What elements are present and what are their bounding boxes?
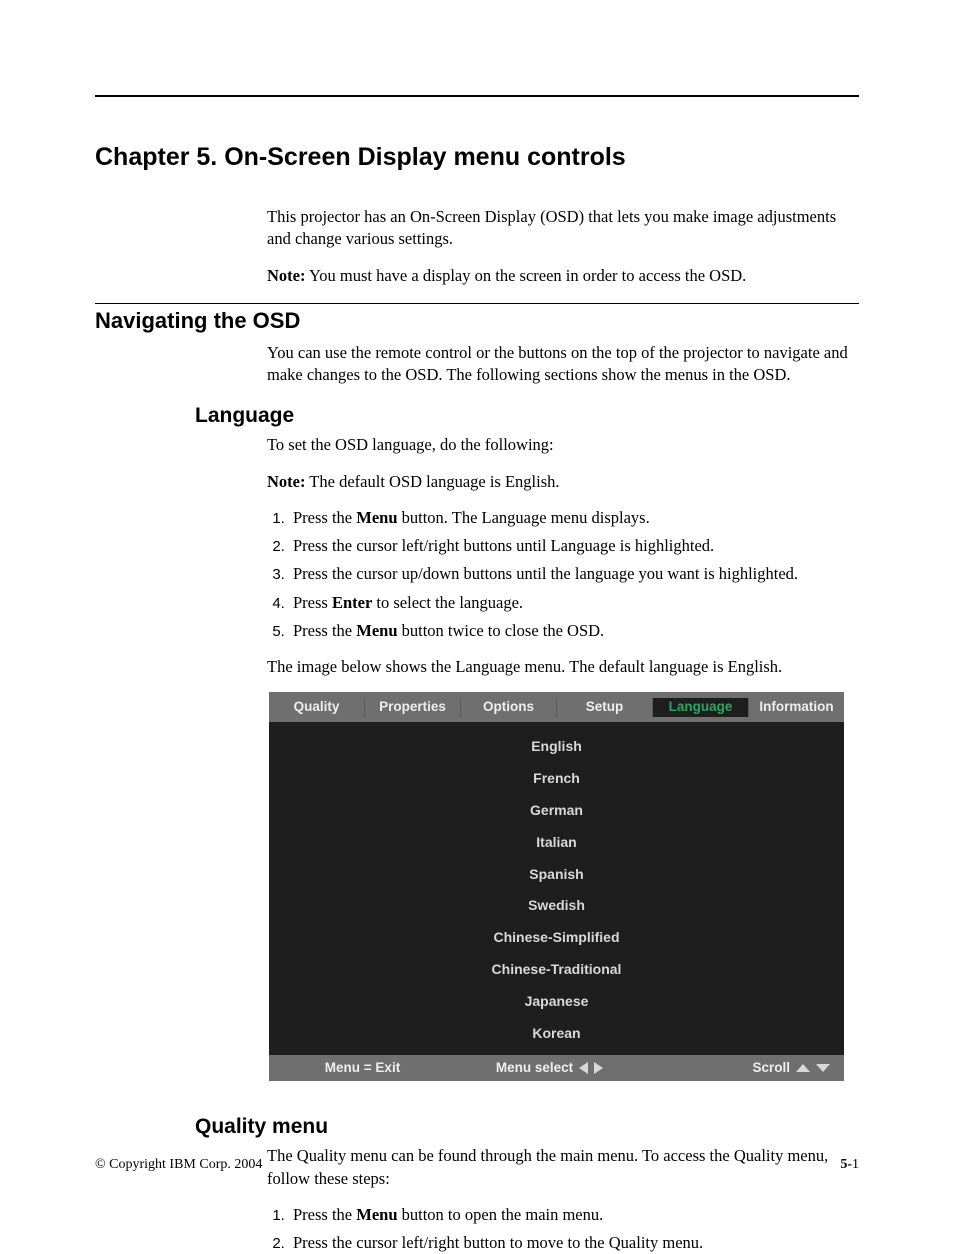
note-text: The default OSD language is English. bbox=[305, 472, 559, 491]
osd-item-chinese-traditional[interactable]: Chinese-Traditional bbox=[269, 954, 844, 986]
top-rule bbox=[95, 95, 859, 97]
osd-tab-information[interactable]: Information bbox=[749, 698, 844, 716]
osd-item-english[interactable]: English bbox=[269, 730, 844, 762]
osd-item-german[interactable]: German bbox=[269, 794, 844, 826]
osd-tab-options[interactable]: Options bbox=[461, 698, 557, 716]
osd-footer-select: Menu select bbox=[456, 1059, 643, 1077]
page-number: 5-1 bbox=[840, 1157, 859, 1173]
osd-item-japanese[interactable]: Japanese bbox=[269, 986, 844, 1018]
quality-steps: Press the Menu button to open the main m… bbox=[267, 1204, 859, 1254]
language-note: Note: The default OSD language is Englis… bbox=[267, 471, 859, 493]
osd-tab-setup[interactable]: Setup bbox=[557, 698, 653, 716]
osd-item-chinese-simplified[interactable]: Chinese-Simplified bbox=[269, 922, 844, 954]
osd-item-swedish[interactable]: Swedish bbox=[269, 890, 844, 922]
subsection-language: Language bbox=[195, 404, 859, 428]
nav-paragraph: You can use the remote control or the bu… bbox=[267, 342, 859, 387]
osd-tabs: Quality Properties Options Setup Languag… bbox=[269, 692, 844, 722]
step-3: Press the cursor up/down buttons until t… bbox=[289, 563, 859, 585]
intro-paragraph: This projector has an On-Screen Display … bbox=[267, 206, 859, 251]
language-caption: The image below shows the Language menu.… bbox=[267, 656, 859, 678]
triangle-right-icon bbox=[594, 1062, 603, 1074]
subsection-quality: Quality menu bbox=[195, 1115, 859, 1139]
language-steps: Press the Menu button. The Language menu… bbox=[267, 507, 859, 642]
osd-footer: Menu = Exit Menu select Scroll bbox=[269, 1055, 844, 1081]
step-1: Press the Menu button. The Language menu… bbox=[289, 507, 859, 529]
osd-item-korean[interactable]: Korean bbox=[269, 1017, 844, 1049]
osd-tab-language[interactable]: Language bbox=[653, 698, 749, 716]
step-5: Press the Menu button twice to close the… bbox=[289, 620, 859, 642]
triangle-down-icon bbox=[816, 1064, 830, 1072]
note-text: You must have a display on the screen in… bbox=[305, 266, 746, 285]
section-rule bbox=[95, 303, 859, 304]
chapter-title: Chapter 5. On-Screen Display menu contro… bbox=[95, 143, 859, 172]
osd-tab-quality[interactable]: Quality bbox=[269, 698, 365, 716]
osd-item-french[interactable]: French bbox=[269, 762, 844, 794]
step-2: Press the cursor left/right button to mo… bbox=[289, 1232, 859, 1254]
page-footer: © Copyright IBM Corp. 2004 5-1 bbox=[95, 1157, 859, 1173]
copyright: © Copyright IBM Corp. 2004 bbox=[95, 1157, 262, 1173]
osd-item-spanish[interactable]: Spanish bbox=[269, 858, 844, 890]
note-label: Note: bbox=[267, 266, 305, 285]
intro-note: Note: You must have a display on the scr… bbox=[267, 265, 859, 287]
step-1: Press the Menu button to open the main m… bbox=[289, 1204, 859, 1226]
osd-menu: Quality Properties Options Setup Languag… bbox=[269, 692, 844, 1081]
osd-body: English French German Italian Spanish Sw… bbox=[269, 722, 844, 1055]
osd-tab-properties[interactable]: Properties bbox=[365, 698, 461, 716]
step-4: Press Enter to select the language. bbox=[289, 592, 859, 614]
osd-item-italian[interactable]: Italian bbox=[269, 826, 844, 858]
step-2: Press the cursor left/right buttons unti… bbox=[289, 535, 859, 557]
triangle-up-icon bbox=[796, 1064, 810, 1072]
triangle-left-icon bbox=[579, 1062, 588, 1074]
language-intro: To set the OSD language, do the followin… bbox=[267, 434, 859, 456]
osd-footer-scroll: Scroll bbox=[643, 1059, 844, 1077]
osd-footer-exit: Menu = Exit bbox=[269, 1059, 456, 1077]
note-label: Note: bbox=[267, 472, 305, 491]
section-navigating: Navigating the OSD bbox=[95, 308, 859, 334]
